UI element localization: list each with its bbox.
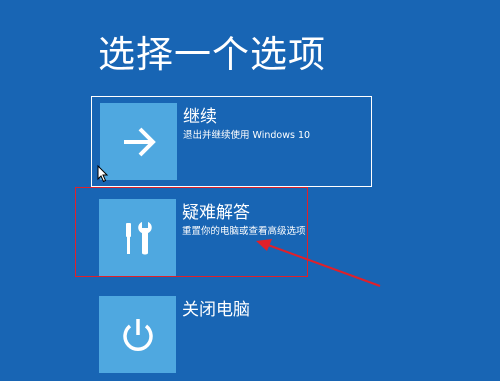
page-title: 选择一个选项 bbox=[98, 33, 326, 76]
option-continue-description: 退出并继续使用 Windows 10 bbox=[183, 130, 311, 141]
mouse-cursor-icon bbox=[97, 165, 109, 183]
shutdown-tile[interactable] bbox=[99, 296, 176, 373]
annotation-highlight-box bbox=[75, 187, 308, 277]
option-shutdown[interactable]: 关闭电脑 bbox=[91, 290, 372, 381]
arrow-right-icon bbox=[123, 127, 156, 156]
power-icon bbox=[122, 318, 153, 351]
option-continue[interactable]: 继续 退出并继续使用 Windows 10 bbox=[91, 96, 372, 187]
option-continue-title: 继续 bbox=[183, 107, 217, 127]
continue-tile[interactable] bbox=[100, 103, 177, 180]
option-shutdown-title: 关闭电脑 bbox=[182, 300, 250, 320]
